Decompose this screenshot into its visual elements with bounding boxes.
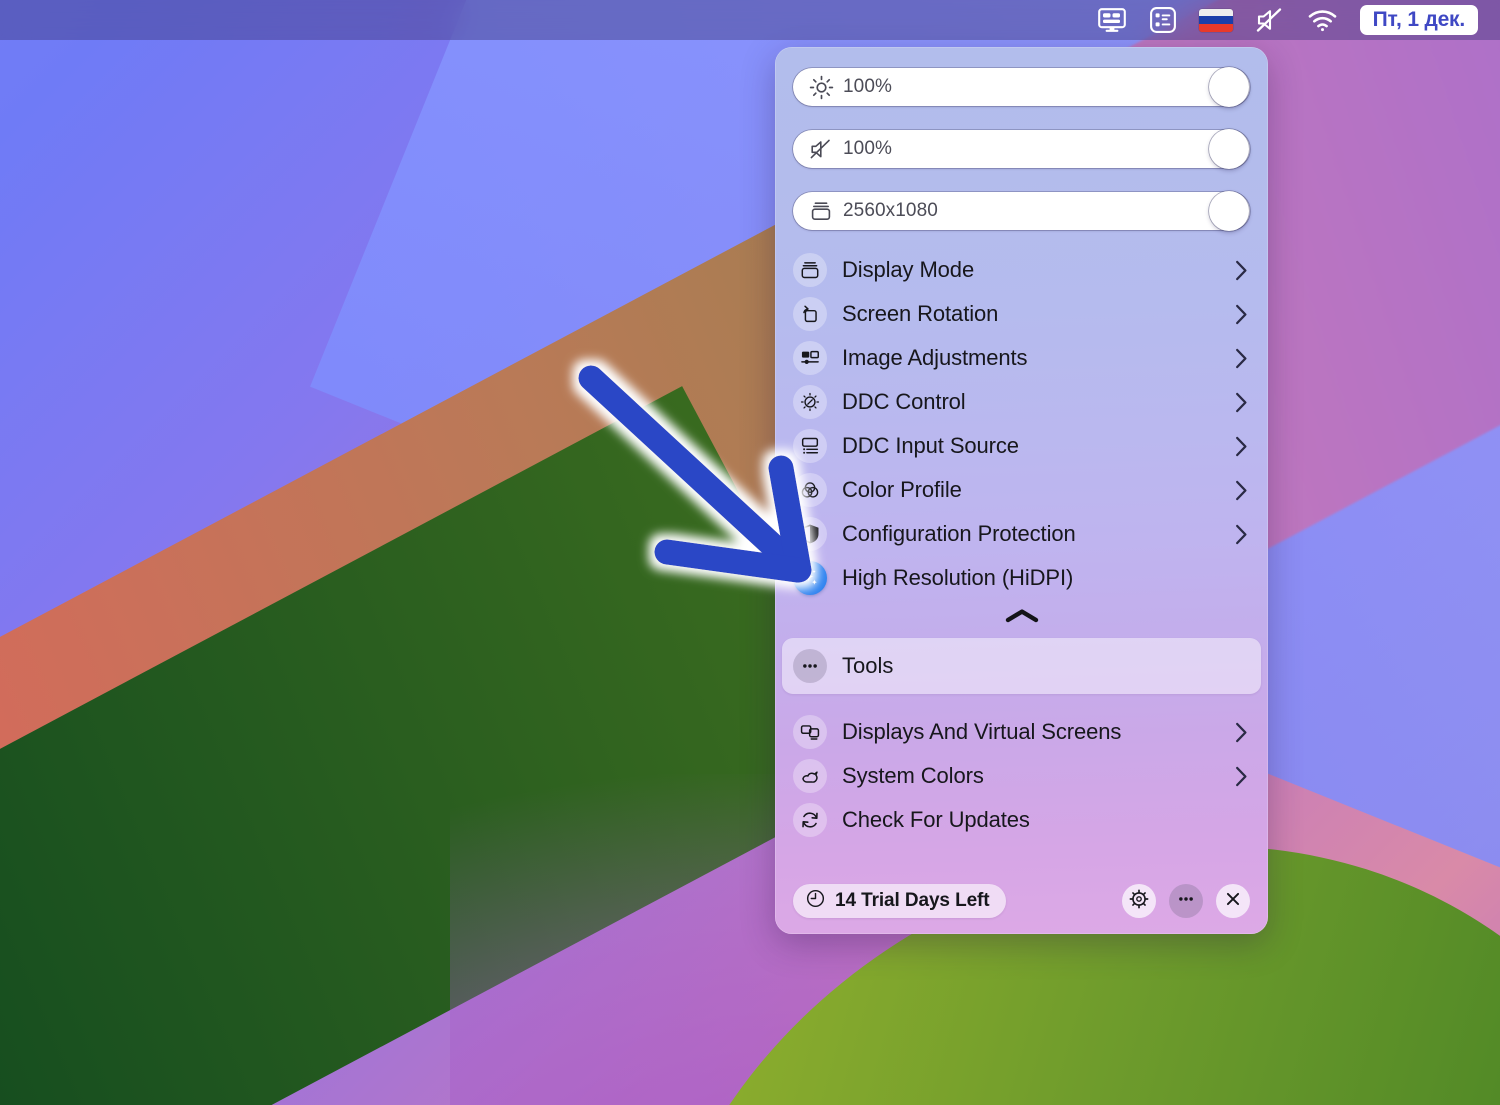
wifi-icon[interactable] bbox=[1307, 0, 1338, 40]
display-mode-icon bbox=[793, 253, 827, 287]
menu-bar: Пт, 1 дек. bbox=[0, 0, 1500, 40]
menubar-date-label: Пт, 1 дек. bbox=[1359, 5, 1478, 35]
resolution-icon bbox=[807, 199, 835, 223]
resolution-slider-knob[interactable] bbox=[1209, 191, 1249, 231]
menu-item-screen-rotation[interactable]: Screen Rotation bbox=[775, 292, 1268, 336]
rotation-icon bbox=[793, 297, 827, 331]
volume-slider[interactable]: 100% bbox=[793, 129, 1250, 169]
trial-label: 14 Trial Days Left bbox=[835, 890, 990, 911]
menu-item-label: DDC Input Source bbox=[842, 433, 1019, 458]
control-list-icon[interactable] bbox=[1149, 0, 1177, 40]
menu-item-system-colors[interactable]: System Colors bbox=[775, 754, 1268, 798]
ellipsis-icon bbox=[793, 649, 827, 683]
annotation-arrow bbox=[545, 340, 865, 630]
menu-item-label: Check For Updates bbox=[842, 807, 1030, 832]
chevron-right-icon bbox=[1235, 348, 1248, 369]
menu-item-label: Image Adjustments bbox=[842, 345, 1028, 370]
gear-icon bbox=[1128, 888, 1150, 915]
brightness-slider-knob[interactable] bbox=[1209, 67, 1249, 107]
volume-value: 100% bbox=[843, 138, 892, 159]
resolution-slider[interactable]: 2560x1080 bbox=[793, 191, 1250, 231]
chevron-right-icon bbox=[1235, 766, 1248, 787]
volume-slider-knob[interactable] bbox=[1209, 129, 1249, 169]
arrow-stroke bbox=[578, 365, 812, 583]
brightness-icon bbox=[807, 75, 835, 100]
trial-status-badge[interactable]: 14 Trial Days Left bbox=[793, 884, 1006, 918]
system-colors-icon bbox=[793, 759, 827, 793]
menu-item-label: High Resolution (HiDPI) bbox=[842, 565, 1074, 590]
displays-icon bbox=[793, 715, 827, 749]
menu-item-label: System Colors bbox=[842, 763, 984, 788]
brightness-slider[interactable]: 100% bbox=[793, 67, 1250, 107]
settings-gear-button[interactable] bbox=[1122, 884, 1156, 918]
secondary-menu-list: Displays And Virtual Screens System Colo… bbox=[775, 710, 1268, 842]
menu-item-label: Configuration Protection bbox=[842, 521, 1076, 546]
menubar-date[interactable]: Пт, 1 дек. bbox=[1359, 0, 1478, 40]
tools-label: Tools bbox=[842, 653, 894, 678]
chevron-right-icon bbox=[1235, 524, 1248, 545]
display-mirror-icon[interactable] bbox=[1097, 0, 1127, 40]
menu-item-label: Display Mode bbox=[842, 257, 975, 282]
close-icon bbox=[1223, 889, 1243, 914]
menu-item-tools[interactable]: Tools bbox=[782, 638, 1261, 694]
menu-item-check-for-updates[interactable]: Check For Updates bbox=[775, 798, 1268, 842]
footer-buttons bbox=[1122, 884, 1250, 918]
menu-item-display-mode[interactable]: Display Mode bbox=[775, 248, 1268, 292]
menu-item-label: Displays And Virtual Screens bbox=[842, 719, 1122, 744]
menu-item-label: Screen Rotation bbox=[842, 301, 999, 326]
chevron-right-icon bbox=[1235, 722, 1248, 743]
volume-mute-icon[interactable] bbox=[1255, 0, 1285, 40]
chevron-right-icon bbox=[1235, 392, 1248, 413]
clock-icon bbox=[805, 888, 826, 914]
volume-mute-icon bbox=[807, 138, 835, 160]
refresh-icon bbox=[793, 803, 827, 837]
ellipsis-icon bbox=[1175, 888, 1197, 915]
panel-footer: 14 Trial Days Left bbox=[775, 884, 1268, 918]
chevron-right-icon bbox=[1235, 260, 1248, 281]
russian-flag-icon[interactable] bbox=[1198, 0, 1233, 40]
brightness-value: 100% bbox=[843, 76, 892, 97]
chevron-right-icon bbox=[1235, 304, 1248, 325]
more-options-button[interactable] bbox=[1169, 884, 1203, 918]
sliders-group: 100% 100% 2560x1080 bbox=[775, 47, 1268, 231]
menu-item-displays-and-virtual-screens[interactable]: Displays And Virtual Screens bbox=[775, 710, 1268, 754]
chevron-right-icon bbox=[1235, 436, 1248, 457]
chevron-right-icon bbox=[1235, 480, 1248, 501]
resolution-value: 2560x1080 bbox=[843, 200, 938, 221]
close-button[interactable] bbox=[1216, 884, 1250, 918]
